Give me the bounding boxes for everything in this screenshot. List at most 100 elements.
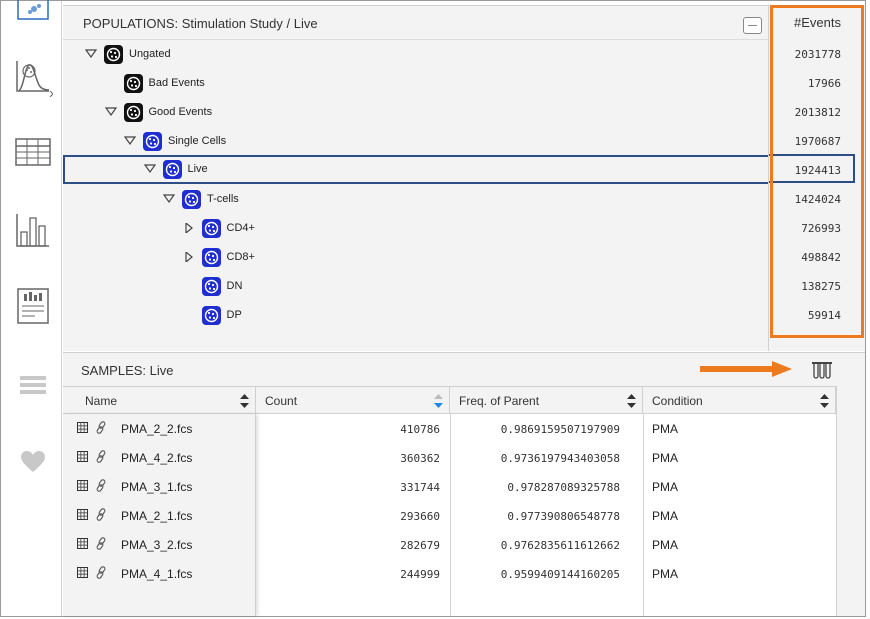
sample-name[interactable]: PMA_4_1.fcs <box>121 567 192 581</box>
column-header-name[interactable]: Name <box>63 387 256 414</box>
gate-blue-icon <box>201 306 221 325</box>
column-header-freq[interactable]: Freq. of Parent <box>450 387 643 414</box>
sample-condition: PMA <box>652 538 679 552</box>
table-icon[interactable] <box>13 132 53 172</box>
link-icon[interactable] <box>96 508 107 521</box>
sample-name[interactable]: PMA_4_2.fcs <box>121 451 192 465</box>
sample-freq: 0.978287089325788 <box>507 481 620 494</box>
collapse-panel-button[interactable] <box>743 17 762 34</box>
gate-blue-icon <box>201 248 221 267</box>
sort-descending-icon[interactable] <box>434 394 443 408</box>
caret-right-icon[interactable] <box>183 252 195 262</box>
sample-row[interactable]: PMA_3_2.fcs 282679 0.9762835611612662 PMA <box>63 530 836 559</box>
population-row[interactable]: T-cells <box>63 185 768 214</box>
column-header-condition[interactable]: Condition <box>643 387 836 414</box>
population-event-count: 1970687 <box>794 135 841 148</box>
events-header[interactable]: #Events <box>794 15 841 30</box>
link-icon[interactable] <box>96 450 107 463</box>
population-row[interactable]: CD8+ <box>63 243 768 272</box>
heart-icon[interactable] <box>13 442 53 482</box>
sample-name[interactable]: PMA_2_2.fcs <box>121 422 192 436</box>
bar-chart-icon[interactable] <box>13 210 53 250</box>
scatter-plot-icon[interactable] <box>13 0 53 29</box>
sample-freq: 0.9762835611612662 <box>500 539 620 552</box>
populations-header: POPULATIONS: Stimulation Study / Live <box>63 6 768 40</box>
report-icon[interactable] <box>13 286 53 326</box>
gate-black-icon <box>123 74 143 93</box>
sample-row[interactable]: PMA_3_1.fcs 331744 0.978287089325788 PMA <box>63 472 836 501</box>
data-table-icon[interactable] <box>77 451 88 462</box>
data-table-icon[interactable] <box>77 509 88 520</box>
sort-icon[interactable] <box>240 394 249 408</box>
population-row[interactable]: CD4+ <box>63 214 768 243</box>
sample-row[interactable]: PMA_2_1.fcs 293660 0.977390806548778 PMA <box>63 501 836 530</box>
gate-blue-icon <box>162 160 182 179</box>
sample-condition: PMA <box>652 451 679 465</box>
population-row[interactable]: Bad Events <box>63 69 768 98</box>
population-label: DN <box>226 280 243 292</box>
column-label: Count <box>265 394 298 408</box>
sample-condition: PMA <box>652 480 679 494</box>
caret-right-icon[interactable] <box>183 223 195 233</box>
data-table-icon[interactable] <box>77 422 88 433</box>
population-event-count: 1924413 <box>794 164 841 177</box>
population-label: CD4+ <box>226 222 255 234</box>
caret-down-icon[interactable] <box>163 194 175 204</box>
grid-scroll-gutter[interactable] <box>836 386 865 616</box>
sample-name[interactable]: PMA_3_2.fcs <box>121 538 192 552</box>
data-table-icon[interactable] <box>77 538 88 549</box>
samples-panel: SAMPLES: Live Name Count Freq. of Parent… <box>63 352 865 616</box>
samples-grid-header: Name Count Freq. of Parent Condition <box>63 386 836 414</box>
caret-down-icon[interactable] <box>85 49 97 59</box>
sample-row[interactable]: PMA_4_1.fcs 244999 0.9599409144160205 PMA <box>63 559 836 588</box>
sample-count: 293660 <box>400 510 440 523</box>
caret-down-icon[interactable] <box>143 164 156 174</box>
population-row[interactable]: Single Cells <box>63 127 768 156</box>
population-label: Ungated <box>129 48 171 60</box>
sample-condition: PMA <box>652 509 679 523</box>
data-table-icon[interactable] <box>77 480 88 491</box>
sample-row[interactable]: PMA_2_2.fcs 410786 0.9869159507197909 PMA <box>63 414 836 443</box>
link-icon[interactable] <box>96 537 107 550</box>
histogram-icon[interactable] <box>13 57 53 97</box>
population-row[interactable]: Good Events <box>63 98 768 127</box>
sort-icon[interactable] <box>627 394 636 408</box>
populations-title: POPULATIONS: Stimulation Study / Live <box>83 16 318 31</box>
population-row[interactable]: DP <box>63 301 768 330</box>
sample-row[interactable]: PMA_4_2.fcs 360362 0.9736197943403058 PMA <box>63 443 836 472</box>
population-row[interactable]: Live <box>63 155 768 184</box>
sample-count: 282679 <box>400 539 440 552</box>
population-row[interactable]: DN <box>63 272 768 301</box>
population-event-count: 498842 <box>801 251 841 264</box>
population-label: DP <box>226 309 242 321</box>
population-event-count: 17966 <box>807 77 841 90</box>
population-event-count: 2013812 <box>794 106 841 119</box>
link-icon[interactable] <box>96 566 107 579</box>
population-event-count: 2031778 <box>794 48 841 61</box>
sample-count: 331744 <box>400 481 440 494</box>
population-row[interactable]: Ungated <box>63 40 768 69</box>
gate-black-icon <box>123 103 143 122</box>
population-label: Good Events <box>148 106 213 118</box>
sample-count: 244999 <box>400 568 440 581</box>
events-column: #Events 2031778 17966 2013812 1970687 192441… <box>768 5 865 351</box>
sample-count: 410786 <box>400 423 440 436</box>
sample-condition: PMA <box>652 567 679 581</box>
population-event-count: 726993 <box>801 222 841 235</box>
sample-name[interactable]: PMA_3_1.fcs <box>121 480 192 494</box>
sort-icon[interactable] <box>820 394 829 408</box>
population-label: Bad Events <box>148 77 205 89</box>
column-label: Freq. of Parent <box>459 394 540 408</box>
data-table-icon[interactable] <box>77 567 88 578</box>
link-icon[interactable] <box>96 479 107 492</box>
population-label: T-cells <box>207 193 239 205</box>
link-icon[interactable] <box>96 421 107 434</box>
caret-down-icon[interactable] <box>104 107 117 117</box>
caret-down-icon[interactable] <box>124 136 136 146</box>
column-header-count[interactable]: Count <box>256 387 450 414</box>
column-label: Condition <box>652 394 703 408</box>
sample-freq: 0.977390806548778 <box>507 510 620 523</box>
test-tubes-icon[interactable] <box>811 362 833 379</box>
layers-icon[interactable] <box>13 364 53 404</box>
sample-name[interactable]: PMA_2_1.fcs <box>121 509 192 523</box>
